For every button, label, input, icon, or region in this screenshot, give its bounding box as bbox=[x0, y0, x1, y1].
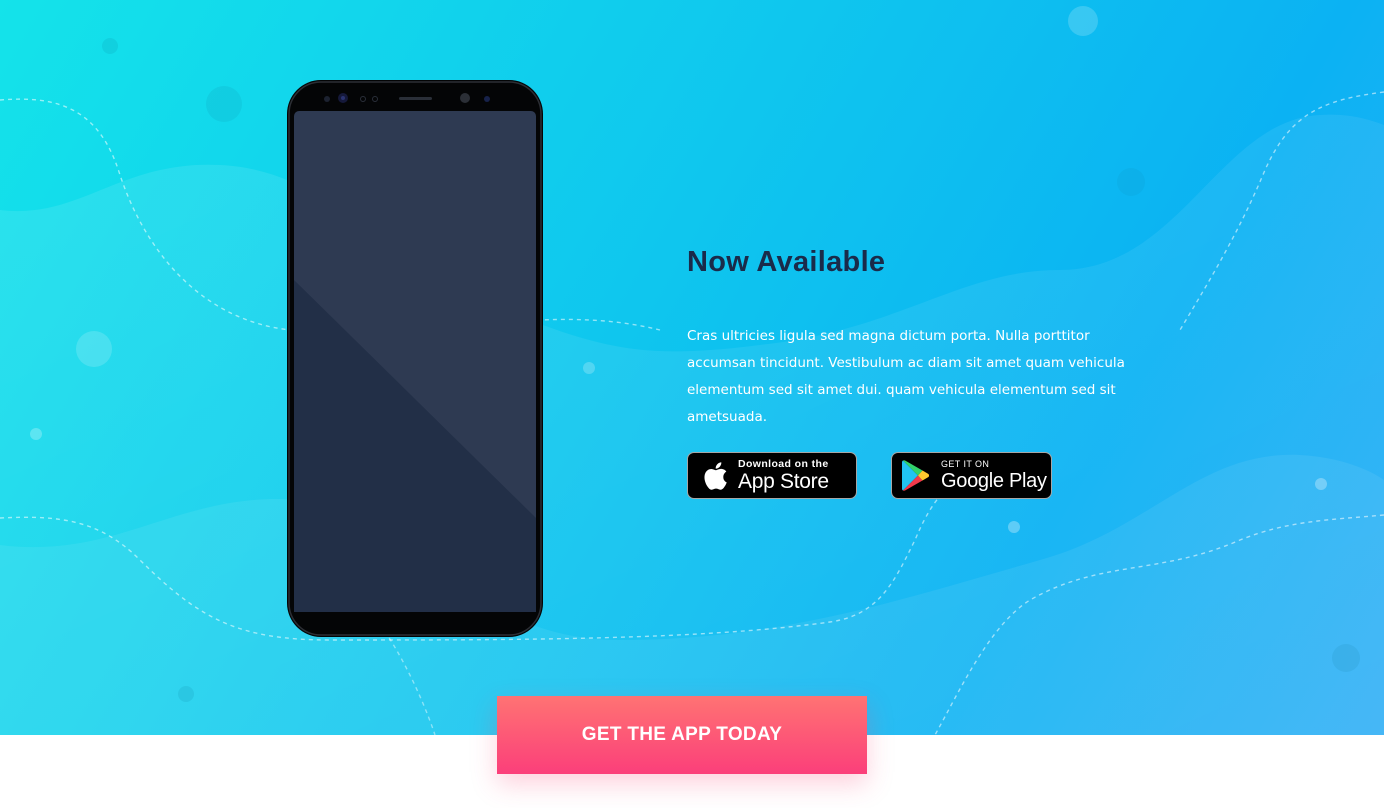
google-play-label: Google Play bbox=[941, 470, 1047, 492]
hero-section: Now Available Cras ultricies ligula sed … bbox=[0, 0, 1384, 735]
app-store-small-label: Download on the bbox=[738, 457, 829, 470]
app-store-button[interactable]: Download on the App Store bbox=[687, 452, 857, 499]
store-buttons: Download on the App Store GET IT ON Goog… bbox=[687, 452, 1052, 499]
hero-description: Cras ultricies ligula sed magna dictum p… bbox=[687, 328, 1125, 425]
google-play-small-label: GET IT ON bbox=[941, 459, 990, 469]
google-play-icon bbox=[902, 460, 930, 491]
get-app-button[interactable]: GET THE APP TODAY bbox=[497, 696, 867, 774]
page-title: Now Available bbox=[687, 246, 886, 278]
phone-mockup bbox=[287, 80, 543, 637]
app-store-label: App Store bbox=[738, 470, 829, 494]
apple-icon bbox=[704, 461, 727, 490]
google-play-button[interactable]: GET IT ON Google Play bbox=[891, 452, 1052, 499]
hero-content: Now Available Cras ultricies ligula sed … bbox=[687, 238, 1157, 431]
